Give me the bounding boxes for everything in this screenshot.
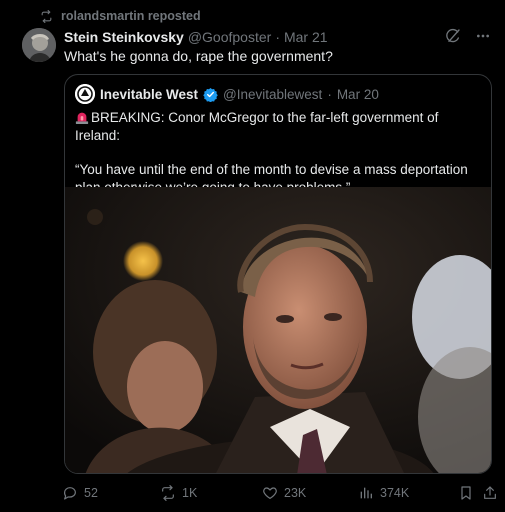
more-icon[interactable]: [475, 28, 491, 44]
quoted-photo[interactable]: [65, 187, 491, 473]
tweet-header: Stein Steinkovsky @Goofposter · Mar 21: [64, 29, 328, 45]
reply-icon: [64, 487, 76, 500]
repost-icon: [41, 9, 52, 23]
views-button[interactable]: 374K: [358, 485, 409, 501]
grok-icon[interactable]: [445, 28, 461, 44]
views-count: 374K: [380, 486, 410, 500]
like-count: 23K: [284, 486, 307, 500]
quoted-author-handle[interactable]: @Inevitablewest: [223, 87, 322, 102]
verified-badge-icon: [203, 87, 218, 102]
separator-dot: ·: [327, 86, 332, 102]
repost-count: 1K: [182, 486, 198, 500]
like-button[interactable]: 23K: [262, 485, 306, 501]
tweet-action-bar: 52 1K 23K 374K: [62, 485, 496, 505]
repost-label[interactable]: rolandsmartin reposted: [61, 9, 201, 23]
quoted-tweet[interactable]: Inevitable West @Inevitablewest · Mar 20…: [64, 74, 492, 474]
repost-button[interactable]: 1K: [160, 485, 197, 501]
quoted-tweet-date[interactable]: Mar 20: [337, 87, 379, 102]
quoted-headline: BREAKING: Conor McGregor to the far-left…: [75, 110, 439, 143]
reply-count: 52: [84, 486, 98, 500]
siren-emoji-icon: [75, 112, 89, 124]
author-handle[interactable]: @Goofposter: [188, 29, 271, 45]
share-icon: [484, 486, 496, 499]
share-button[interactable]: [482, 485, 498, 501]
separator-dot: ·: [275, 29, 280, 45]
quoted-headline-line: BREAKING: Conor McGregor to the far-left…: [75, 109, 485, 144]
quoted-avatar[interactable]: [75, 84, 95, 104]
views-icon: [360, 487, 372, 499]
author-name[interactable]: Stein Steinkovsky: [64, 29, 184, 45]
reply-button[interactable]: 52: [62, 485, 98, 501]
avatar[interactable]: [22, 28, 56, 62]
bookmark-button[interactable]: [458, 485, 474, 501]
like-icon: [263, 487, 277, 499]
bookmark-icon: [461, 486, 471, 500]
tweet-card[interactable]: rolandsmartin reposted Stein Steinkovsky…: [6, 2, 505, 510]
quoted-tweet-header: Inevitable West @Inevitablewest · Mar 20: [75, 84, 379, 104]
repost-icon: [162, 485, 174, 501]
quoted-author-name[interactable]: Inevitable West: [100, 87, 198, 102]
repost-indicator: rolandsmartin reposted: [40, 9, 201, 23]
tweet-text: What's he gonna do, rape the government?: [64, 48, 333, 64]
tweet-date[interactable]: Mar 21: [284, 29, 328, 45]
tweet-top-actions: [445, 28, 491, 44]
